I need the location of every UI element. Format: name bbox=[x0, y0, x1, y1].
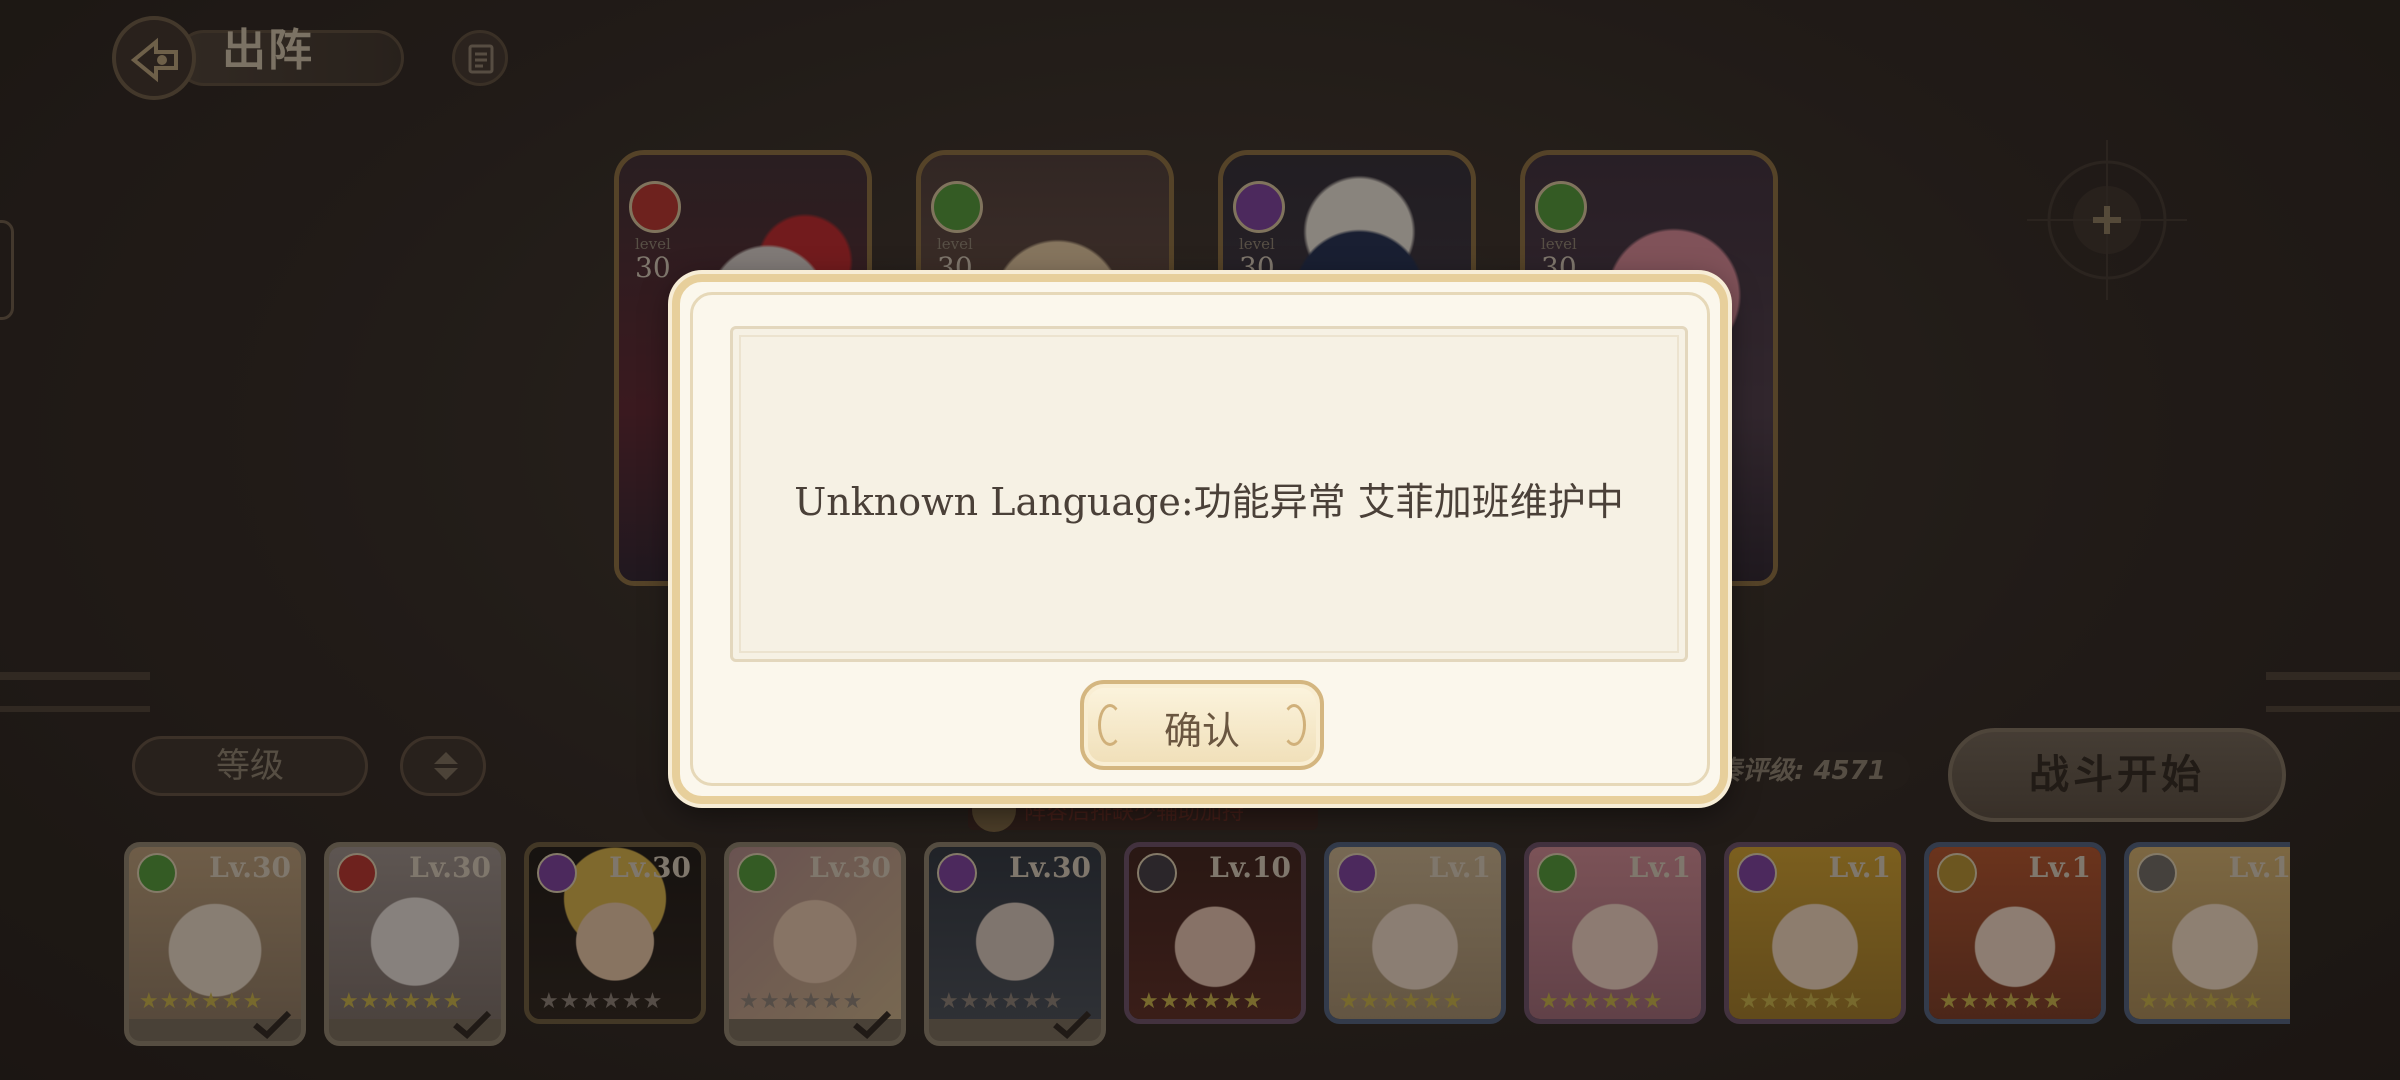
error-dialog: Unknown Language:功能异常 艾菲加班维护中 确认 bbox=[672, 274, 1728, 804]
confirm-button[interactable]: 确认 bbox=[1080, 680, 1324, 770]
dialog-message: Unknown Language:功能异常 艾菲加班维护中 bbox=[794, 480, 1624, 524]
ornament-icon bbox=[1282, 704, 1306, 746]
deploy-screen: 出阵 level 30 level 30 level 30 level 30 等… bbox=[0, 0, 2400, 1080]
dialog-message-panel: Unknown Language:功能异常 艾菲加班维护中 bbox=[730, 326, 1688, 662]
